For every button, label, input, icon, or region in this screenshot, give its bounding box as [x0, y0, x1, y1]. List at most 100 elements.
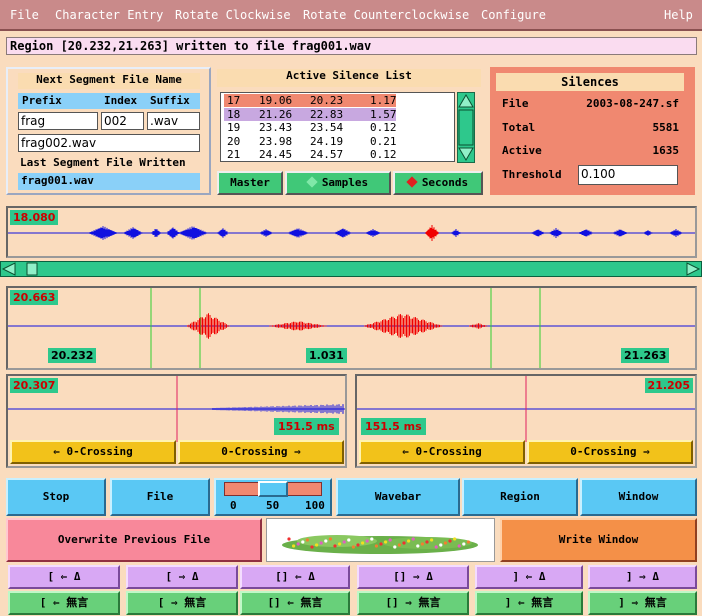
scale-tick-0: 0 [230, 499, 237, 512]
silences-file-label: File [502, 97, 529, 110]
wavebar-button[interactable]: Wavebar [336, 478, 460, 516]
samples-radio[interactable]: Samples [285, 171, 391, 195]
silences-active-value: 1635 [652, 144, 680, 157]
overview-waveform[interactable]: 18.080 [6, 206, 697, 258]
delta-edit-button[interactable]: [ ⇒ Δ [126, 565, 238, 589]
silence-edit-button[interactable]: [ ⇒ 無言 [126, 591, 238, 615]
silence-cell: 0.21 [370, 134, 397, 148]
region-length: 1.031 [306, 348, 347, 363]
scale-tick-50: 50 [266, 499, 280, 512]
overview-time: 18.080 [10, 210, 59, 225]
silences-total-label: Total [502, 121, 536, 134]
radio-off-icon [306, 176, 318, 188]
menubar: File Character Entry Rotate Clockwise Ro… [0, 0, 702, 31]
silence-cell: 19.06 [259, 94, 293, 107]
silence-cell: 24.57 [310, 148, 344, 161]
silence-list[interactable]: 17 19.06 20.23 1.17 18 21.26 22.83 1.57 19 23.43 2… [220, 92, 455, 162]
index-label: Index [104, 94, 138, 107]
threshold-input[interactable]: 0.100 [578, 165, 678, 185]
silence-list-title: Active Silence List [217, 69, 481, 87]
silence-edit-button[interactable]: [] ⇐ 無言 [240, 591, 350, 615]
index-input[interactable]: 002 [101, 112, 144, 130]
silence-cell: 23.43 [259, 121, 293, 134]
right-zero-crossing-back-button[interactable]: ⇐ 0-Crossing [359, 440, 525, 464]
right-zoom-time: 21.205 [644, 378, 693, 393]
silence-cell: 1.57 [370, 107, 397, 121]
suffix-input[interactable]: .wav [147, 112, 200, 130]
left-zero-crossing-back-button[interactable]: ⇐ 0-Crossing [10, 440, 176, 464]
silence-cell: 23.54 [310, 121, 344, 134]
silence-list-scrollbar[interactable] [457, 92, 475, 163]
delta-edit-button[interactable]: [] ⇒ Δ [357, 565, 469, 589]
delta-edit-button[interactable]: [ ⇐ Δ [8, 565, 120, 589]
volume-scale[interactable]: 0 50 100 [214, 478, 332, 516]
silence-row[interactable]: 19 23.43 23.54 0.12 [224, 121, 397, 134]
silence-edit-button[interactable]: [] ⇒ 無言 [357, 591, 469, 615]
status-bar: Region [20.232,21.263] written to file f… [6, 37, 697, 55]
write-window-button[interactable]: Write Window [500, 518, 697, 562]
menu-configure[interactable]: Configure [481, 8, 546, 22]
main-waveform[interactable]: 20.663 20.232 1.031 21.263 [6, 286, 697, 370]
left-zero-crossing-forward-button[interactable]: 0-Crossing ⇒ [178, 440, 344, 464]
silence-list-panel: Active Silence List 17 19.06 20.23 1.17 18 21… [215, 67, 483, 197]
silences-title: Silences [496, 73, 684, 91]
threshold-label: Threshold [502, 168, 562, 181]
silence-cell: 18 [227, 107, 241, 121]
silence-cell: 1.17 [370, 94, 397, 107]
menu-rotate-counterclockwise[interactable]: Rotate Counterclockwise [303, 8, 469, 22]
right-zero-crossing-forward-button[interactable]: 0-Crossing ⇒ [527, 440, 693, 464]
master-button[interactable]: Master [217, 171, 283, 195]
silence-row[interactable]: 18 21.26 22.83 1.57 [224, 107, 397, 121]
silence-cell: 0.12 [370, 121, 397, 134]
last-file-value: frag001.wav [18, 173, 200, 190]
prefix-label: Prefix [22, 94, 62, 107]
main-waveform-plot [8, 288, 695, 368]
silence-edit-button[interactable]: [ ⇐ 無言 [8, 591, 120, 615]
region-end: 21.263 [621, 348, 670, 363]
segment-title: Next Segment File Name [18, 73, 200, 89]
silence-row[interactable]: 20 23.98 24.19 0.21 [224, 134, 397, 148]
silence-cell: 23.98 [259, 134, 293, 148]
region-button[interactable]: Region [462, 478, 578, 516]
scale-tick-100: 100 [305, 499, 325, 512]
left-zoom-time: 20.307 [10, 378, 59, 393]
delta-edit-button[interactable]: [] ⇐ Δ [240, 565, 350, 589]
silence-row[interactable]: 21 24.45 24.57 0.12 [224, 148, 397, 161]
menu-help[interactable]: Help [664, 8, 693, 22]
scroll-arrows-icon [458, 94, 474, 161]
scale-thumb[interactable] [258, 481, 288, 497]
silences-panel: Silences File 2003-08-247.sf Total 5581 … [490, 67, 695, 195]
right-zoom-panel: 21.205 151.5 ms ⇐ 0-Crossing 0-Crossing … [355, 374, 697, 468]
menu-file[interactable]: File [10, 8, 39, 22]
delta-edit-button[interactable]: ] ⇐ Δ [475, 565, 583, 589]
silence-row[interactable]: 17 19.06 20.23 1.17 [224, 94, 397, 107]
next-file-input[interactable]: frag002.wav [18, 134, 200, 152]
logo-image [266, 518, 495, 562]
silence-edit-button[interactable]: ] ⇒ 無言 [588, 591, 697, 615]
menu-rotate-clockwise[interactable]: Rotate Clockwise [175, 8, 291, 22]
silence-cell: 21.26 [259, 107, 293, 121]
silence-cell: 21 [227, 148, 241, 161]
silence-edit-button[interactable]: ] ⇐ 無言 [475, 591, 583, 615]
left-zoom-panel: 20.307 151.5 ms ⇐ 0-Crossing 0-Crossing … [6, 374, 347, 468]
silence-cell: 0.12 [370, 148, 397, 161]
silence-cell: 24.19 [310, 134, 344, 148]
silences-total-value: 5581 [652, 121, 680, 134]
flower-field-logo-icon [282, 535, 478, 554]
region-start: 20.232 [48, 348, 97, 363]
seconds-radio[interactable]: Seconds [393, 171, 483, 195]
waveform-scrollbar[interactable] [0, 261, 702, 277]
delta-edit-button[interactable]: ] ⇒ Δ [588, 565, 697, 589]
silence-cell: 17 [227, 94, 241, 107]
main-time: 20.663 [10, 290, 59, 305]
window-button[interactable]: Window [580, 478, 697, 516]
menu-character-entry[interactable]: Character Entry [55, 8, 163, 22]
silences-active-label: Active [502, 144, 542, 157]
prefix-input[interactable]: frag [18, 112, 98, 130]
stop-button[interactable]: Stop [6, 478, 106, 516]
scrollbar-arrows-icon [1, 262, 701, 276]
overview-waveform-plot [8, 225, 695, 241]
file-button[interactable]: File [110, 478, 210, 516]
overwrite-previous-file-button[interactable]: Overwrite Previous File [6, 518, 262, 562]
last-file-label: Last Segment File Written [20, 156, 186, 169]
